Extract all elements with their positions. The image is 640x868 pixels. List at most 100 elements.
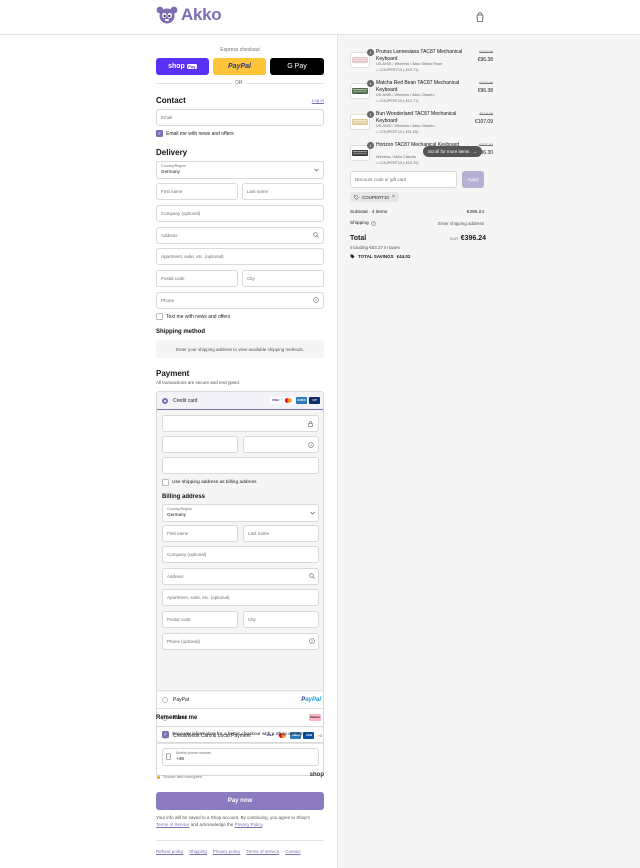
billing-phone-help-icon[interactable]: ? (309, 638, 315, 644)
paypal-option[interactable]: PayPal PayPal (157, 690, 323, 708)
first-name-placeholder: First name (161, 189, 183, 194)
email-news-checkbox[interactable]: ✓ (156, 130, 163, 137)
brand-logo[interactable]: Akko (156, 5, 222, 25)
first-name-field[interactable]: First name (156, 183, 238, 200)
product-price: €107.09 (474, 119, 493, 125)
billing-same-checkbox[interactable] (162, 479, 169, 486)
or-label: OR (232, 80, 246, 86)
akko-logo-icon (156, 6, 178, 24)
product-discount-text: COUPERT10 (-€10.71) (379, 68, 419, 72)
help-icon[interactable]: ? (313, 297, 319, 303)
billing-first-name-placeholder: First name (167, 531, 189, 536)
shipping-row: Shipping ? (350, 221, 376, 226)
postal-code-field[interactable]: Postal code (156, 270, 238, 287)
pay-now-button[interactable]: Pay now (156, 792, 324, 810)
billing-postal-field[interactable]: Postal code (162, 611, 238, 628)
card-brands: VISA AMEX UP (268, 397, 320, 404)
email-field[interactable]: Email (156, 109, 324, 126)
remove-coupon-icon[interactable]: × (392, 194, 395, 200)
cart-item: 1 Matcha Red Bean TAC87 Mechanical Keyboa… (350, 79, 630, 109)
billing-city-field[interactable]: City (243, 611, 319, 628)
footer-link-terms[interactable]: Terms of service (246, 849, 279, 854)
scroll-hint[interactable]: Scroll for more items → (423, 146, 483, 157)
product-thumbnail: 1 (350, 142, 374, 161)
expiry-field[interactable] (162, 436, 238, 453)
name-on-card-field[interactable] (162, 457, 319, 474)
payment-subtitle: All transactions are secure and encrypte… (156, 380, 241, 385)
billing-postal-placeholder: Postal code (167, 617, 191, 622)
shipping-value: Enter shipping address (437, 221, 484, 226)
total-savings: TOTAL SAVINGS €44.02 (350, 254, 410, 259)
secure-text: Secure and encrypted (162, 774, 203, 779)
shop-logo: shop (309, 772, 324, 778)
credit-card-label: Credit card (173, 397, 198, 404)
phone-field[interactable]: Phone (156, 292, 324, 309)
address-field[interactable]: Address (156, 227, 324, 244)
footer-link-refund[interactable]: Refund policy (156, 849, 183, 854)
header: Akko (0, 0, 640, 35)
product-variant: Wireless / Akko Cilantro (376, 155, 417, 159)
credit-card-option[interactable]: Credit card VISA AMEX UP (157, 392, 323, 410)
shop-pay-badge: Pay (186, 64, 197, 69)
product-variant: US-ANSI / Wireless / Akko Cilantro (376, 93, 435, 97)
scroll-hint-text: Scroll for more items (428, 149, 470, 154)
remember-heading: Remember me (156, 715, 198, 721)
footer-link-contact[interactable]: Contact (285, 849, 301, 854)
google-pay-button[interactable]: G Pay (270, 58, 324, 75)
mobile-value: +49 (176, 756, 184, 762)
city-field[interactable]: City (242, 270, 324, 287)
delivery-heading: Delivery (156, 148, 188, 157)
company-field[interactable]: Company (optional) (156, 205, 324, 222)
apply-label: Apply (467, 177, 479, 182)
text-news-checkbox[interactable] (156, 313, 163, 320)
card-number-field[interactable] (162, 415, 319, 432)
shop-pay-button[interactable]: shop Pay (156, 58, 209, 75)
paypal-express-button[interactable]: PayPal (213, 58, 266, 75)
pay-now-label: Pay now (227, 798, 253, 804)
billing-first-name-field[interactable]: First name (162, 525, 238, 542)
shop-pay-label: shop (168, 63, 185, 70)
savings-label: TOTAL SAVINGS (358, 254, 394, 259)
order-summary: 1 Prunus Lannesiana TAC87 Mechanical Keyb… (337, 35, 640, 868)
billing-phone-field[interactable]: Phone (optional) (162, 633, 319, 650)
apply-button[interactable]: Apply (462, 171, 484, 188)
legal-end: . (262, 821, 264, 827)
billing-country-select[interactable]: Country/Region Germany (162, 504, 319, 522)
email-placeholder: Email (161, 115, 173, 120)
billing-apartment-field[interactable]: Apartment, suite, etc. (optional) (162, 589, 319, 606)
svg-text:?: ? (372, 222, 374, 226)
paypal-radio[interactable] (162, 696, 168, 703)
secure-note: 🔒 Secure and encrypted (156, 774, 202, 779)
credit-card-radio[interactable] (162, 397, 168, 404)
subtotal-value: €396.24 (466, 210, 484, 215)
subtotal-label: Subtotal · 4 items (350, 210, 388, 215)
quantity-badge: 1 (367, 142, 374, 149)
brand-name: Akko (181, 5, 222, 24)
save-info-checkbox[interactable]: ✓ (162, 731, 169, 738)
savings-value: €44.02 (396, 254, 411, 259)
apartment-field[interactable]: Apartment, suite, etc. (optional) (156, 248, 324, 265)
billing-address-field[interactable]: Address (162, 568, 319, 585)
billing-city-placeholder: City (248, 617, 256, 622)
mobile-phone-field[interactable]: Mobile phone number +49 (162, 748, 319, 766)
cart-item: 1 Prunus Lannesiana TAC87 Mechanical Keyb… (350, 48, 630, 78)
footer-link-privacy[interactable]: Privacy policy (213, 849, 241, 854)
last-name-field[interactable]: Last name (242, 183, 324, 200)
country-value: Germany (161, 169, 180, 175)
product-discount-text: COUPERT10 (-€10.70) (379, 161, 419, 165)
tag-icon (354, 194, 359, 200)
privacy-link[interactable]: Privacy Policy (235, 822, 263, 827)
terms-link[interactable]: Terms of Service (156, 822, 190, 827)
shopping-bag-icon[interactable] (476, 12, 484, 22)
shipping-help-icon[interactable]: ? (370, 221, 376, 226)
footer-link-shipping[interactable]: Shipping (189, 849, 207, 854)
lock-small-icon: 🔒 (156, 774, 161, 779)
billing-company-field[interactable]: Company (optional) (162, 546, 319, 563)
login-link[interactable]: Log in (312, 98, 324, 103)
country-select[interactable]: Country/Region Germany (156, 161, 324, 179)
product-discount: ⌂ COUPERT10 (-€10.70) (376, 161, 419, 165)
billing-last-name-field[interactable]: Last name (243, 525, 319, 542)
discount-code-field[interactable]: Discount code or gift card (350, 171, 457, 188)
keyboard-image-icon (352, 119, 368, 125)
cvv-help-icon[interactable]: ? (308, 442, 314, 448)
